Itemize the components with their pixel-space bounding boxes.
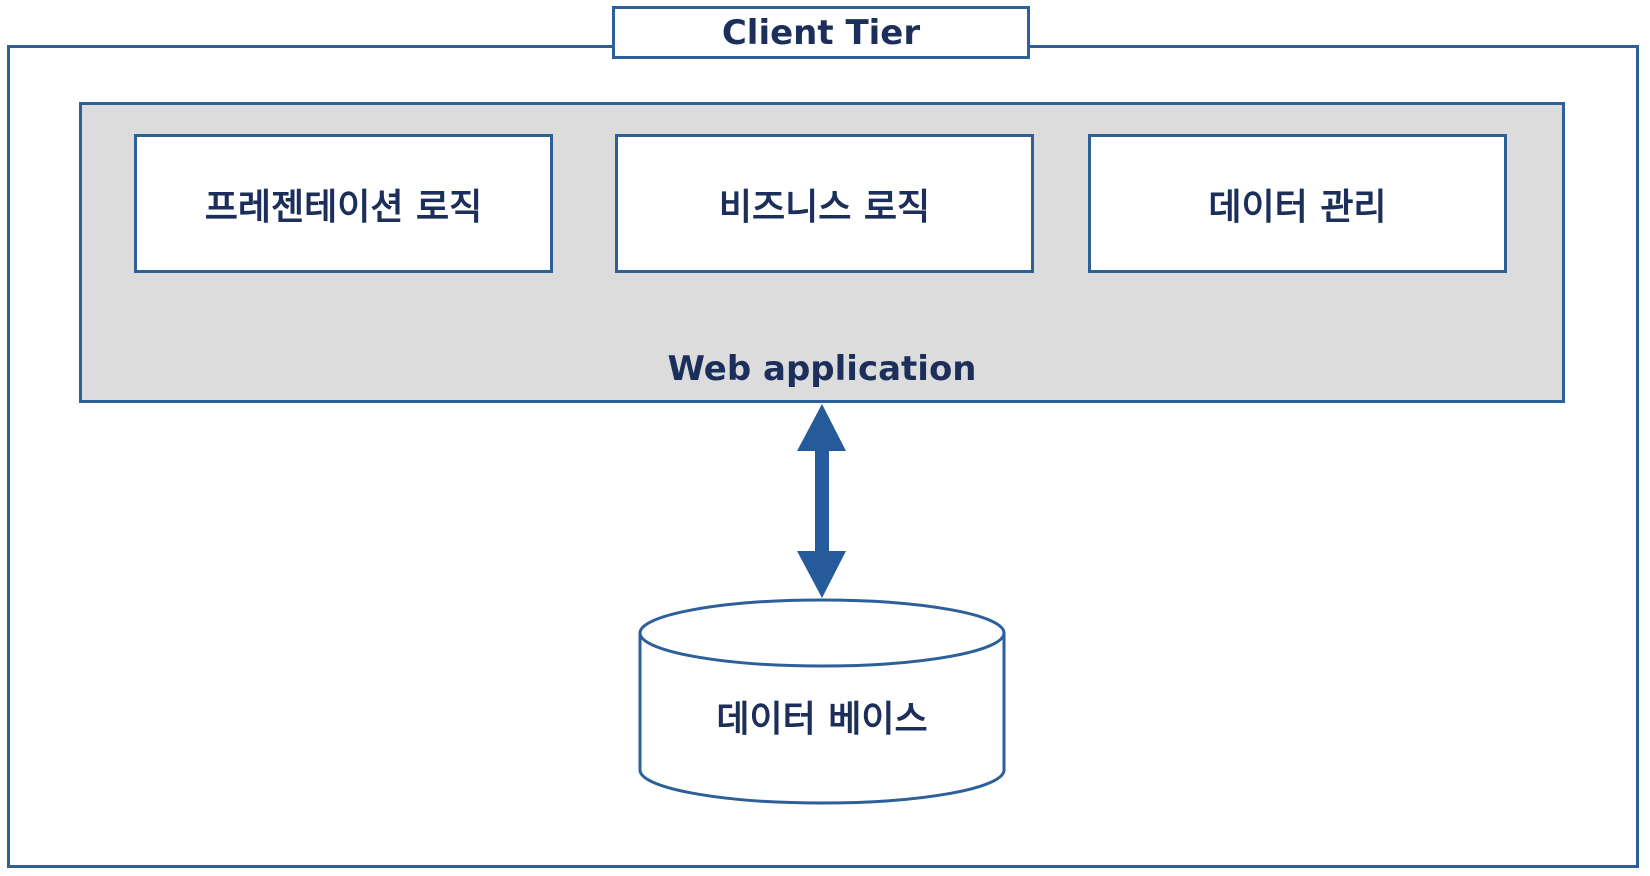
data-management-box: 데이터 관리 [1088, 134, 1507, 273]
presentation-logic-label: 프레젠테이션 로직 [204, 186, 483, 228]
database-label: 데이터 베이스 [716, 699, 928, 740]
data-management-label: 데이터 관리 [1208, 186, 1387, 228]
business-logic-label: 비즈니스 로직 [718, 186, 931, 228]
client-tier-title-text: Client Tier [721, 12, 921, 53]
web-application-label: Web application [667, 349, 977, 389]
client-tier-title: Client Tier [612, 6, 1030, 59]
presentation-logic-box: 프레젠테이션 로직 [134, 134, 553, 273]
business-logic-box: 비즈니스 로직 [615, 134, 1034, 273]
